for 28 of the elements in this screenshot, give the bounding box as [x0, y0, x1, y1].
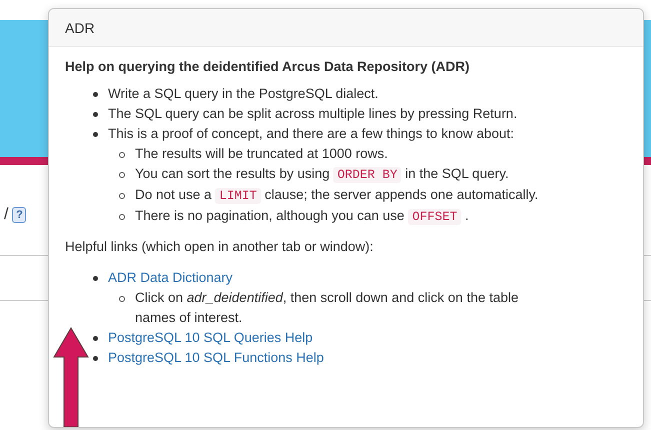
circle-bullet-icon [119, 172, 125, 178]
up-arrow-icon [53, 327, 89, 427]
help-button[interactable]: ? [12, 207, 26, 223]
help-item: Write a SQL query in the PostgreSQL dialect. [108, 85, 378, 103]
help-heading: Help on querying the deidentified Arcus Data Repository (ADR) [65, 59, 471, 74]
bullet-icon [93, 276, 98, 280]
bullet-icon [93, 336, 98, 340]
help-item: Do not use a LIMIT clause; the server appends one automatically. [135, 186, 538, 206]
circle-bullet-icon [119, 152, 125, 158]
help-item: The results will be truncated at 1000 rows. [135, 145, 388, 163]
popover-title: ADR [49, 9, 643, 47]
help-item: This is a proof of concept, and there are a few things to know about: [108, 125, 514, 143]
bullet-icon [93, 112, 98, 116]
circle-bullet-icon [119, 193, 125, 199]
circle-bullet-icon [119, 214, 125, 220]
bullet-icon [93, 356, 98, 360]
circle-bullet-icon [119, 296, 125, 302]
help-link[interactable]: ADR Data Dictionary [108, 268, 233, 288]
help-link[interactable]: PostgreSQL 10 SQL Queries Help [108, 328, 313, 348]
link-note: Click on adr_deidentified, then scroll down and click on the table names of interest. [135, 289, 520, 327]
label-fragment: / [3, 206, 8, 224]
help-item: The SQL query can be split across multiple lines by pressing Return. [108, 105, 518, 123]
help-link[interactable]: PostgreSQL 10 SQL Functions Help [108, 348, 324, 368]
bullet-icon [93, 92, 98, 96]
help-item: There is no pagination, although you can use OFFSET . [135, 207, 469, 227]
links-intro: Helpful links (which open in another tab or window): [65, 239, 374, 254]
bullet-icon [93, 132, 98, 136]
help-item: You can sort the results by using ORDER BY in the SQL query. [135, 165, 509, 185]
